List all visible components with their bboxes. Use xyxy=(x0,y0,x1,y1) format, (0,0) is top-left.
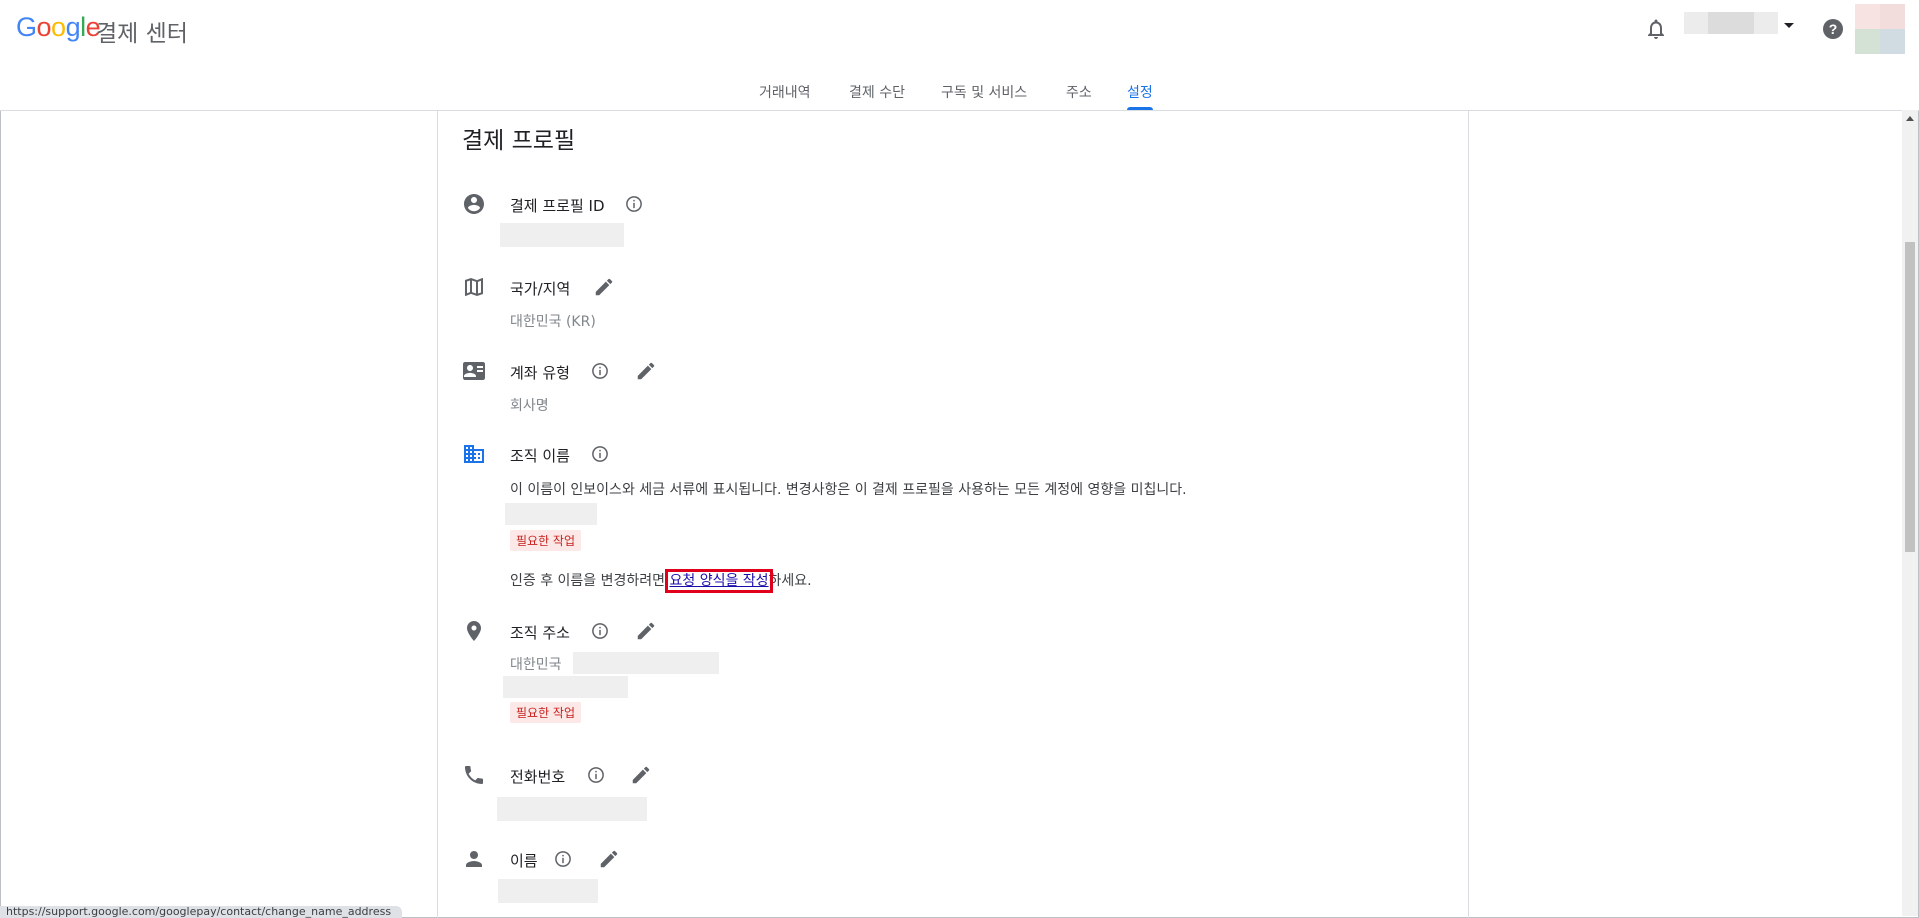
org-address-label: 조직 주소 xyxy=(510,624,570,642)
country-value: 대한민국 (KR) xyxy=(510,314,596,330)
window-frame xyxy=(0,0,1919,918)
tab-payment-methods[interactable]: 결제 수단 xyxy=(849,82,905,110)
edit-icon[interactable] xyxy=(598,848,620,870)
account-type-value: 회사명 xyxy=(510,398,549,414)
google-logo[interactable]: Google xyxy=(16,12,101,43)
action-required-badge: 필요한 작업 xyxy=(510,702,582,723)
logo-letter: g xyxy=(65,12,81,42)
product-name: 결제 센터 xyxy=(96,21,188,47)
map-icon xyxy=(465,278,483,296)
action-required-badge: 필요한 작업 xyxy=(510,530,582,551)
chevron-down-icon[interactable] xyxy=(1784,23,1794,28)
phone-icon xyxy=(465,766,483,784)
address-line-redacted xyxy=(503,676,628,698)
change-name-prefix: 인증 후 이름을 변경하려면 xyxy=(510,573,670,589)
tab-settings[interactable]: 설정 xyxy=(1127,82,1153,110)
scrollbar-thumb[interactable] xyxy=(1905,242,1915,552)
tab-subscriptions[interactable]: 구독 및 서비스 xyxy=(941,82,1027,110)
phone-label: 전화번호 xyxy=(510,768,566,786)
contact-card-icon xyxy=(463,362,485,380)
info-icon[interactable] xyxy=(591,622,609,640)
tab-transactions[interactable]: 거래내역 xyxy=(759,82,811,110)
info-icon[interactable] xyxy=(625,195,643,213)
phone-value-redacted xyxy=(497,797,647,821)
tab-addresses[interactable]: 주소 xyxy=(1066,82,1092,110)
scroll-up-arrow-icon[interactable] xyxy=(1906,116,1914,121)
info-icon[interactable] xyxy=(587,766,605,784)
profile-id-value-redacted xyxy=(500,223,624,247)
address-line-redacted xyxy=(573,652,719,674)
tab-bar: 거래내역 결제 수단 구독 및 서비스 주소 설정 xyxy=(0,82,1919,110)
name-value-redacted xyxy=(498,879,598,903)
logo-letter: o xyxy=(51,12,66,42)
info-icon[interactable] xyxy=(554,850,572,868)
org-name-description: 이 이름이 인보이스와 세금 서류에 표시됩니다. 변경사항은 이 결제 프로필… xyxy=(510,482,1187,498)
location-pin-icon xyxy=(467,621,481,641)
status-bar-url: https://support.google.com/googlepay/con… xyxy=(0,906,402,918)
edit-icon[interactable] xyxy=(630,764,652,786)
app-header: Google 결제 센터 ? 거래내역 결제 수단 구독 및 서비스 주소 설정 xyxy=(0,0,1919,111)
account-name-redacted xyxy=(1708,12,1754,34)
section-title: 결제 프로필 xyxy=(462,128,576,154)
change-name-suffix: 하세요. xyxy=(768,573,812,589)
logo-letter: o xyxy=(36,12,52,42)
bell-icon[interactable] xyxy=(1644,17,1668,41)
edit-icon[interactable] xyxy=(635,360,657,382)
request-form-link[interactable]: 요청 양식을 작성 xyxy=(665,569,773,593)
change-name-instruction: 인증 후 이름을 변경하려면 요청 양식을 작성하세요. xyxy=(510,569,812,593)
logo-letter: G xyxy=(16,12,37,42)
country-label: 국가/지역 xyxy=(510,280,571,298)
org-name-label: 조직 이름 xyxy=(510,447,570,465)
person-icon xyxy=(466,851,482,867)
avatar[interactable] xyxy=(1855,4,1905,54)
help-icon[interactable]: ? xyxy=(1821,17,1845,41)
info-icon[interactable] xyxy=(591,445,609,463)
org-name-value-redacted xyxy=(505,503,597,525)
account-type-label: 계좌 유형 xyxy=(510,364,570,382)
info-icon[interactable] xyxy=(591,362,609,380)
content-card-border xyxy=(437,110,438,918)
svg-text:?: ? xyxy=(1829,21,1838,37)
business-icon xyxy=(464,445,484,463)
edit-icon[interactable] xyxy=(593,276,615,298)
edit-icon[interactable] xyxy=(635,620,657,642)
profile-id-label: 결제 프로필 ID xyxy=(510,197,605,215)
account-circle-icon xyxy=(464,194,484,214)
org-address-value: 대한민국 xyxy=(510,657,562,673)
name-label: 이름 xyxy=(510,852,538,870)
content-card-border xyxy=(1468,110,1469,918)
